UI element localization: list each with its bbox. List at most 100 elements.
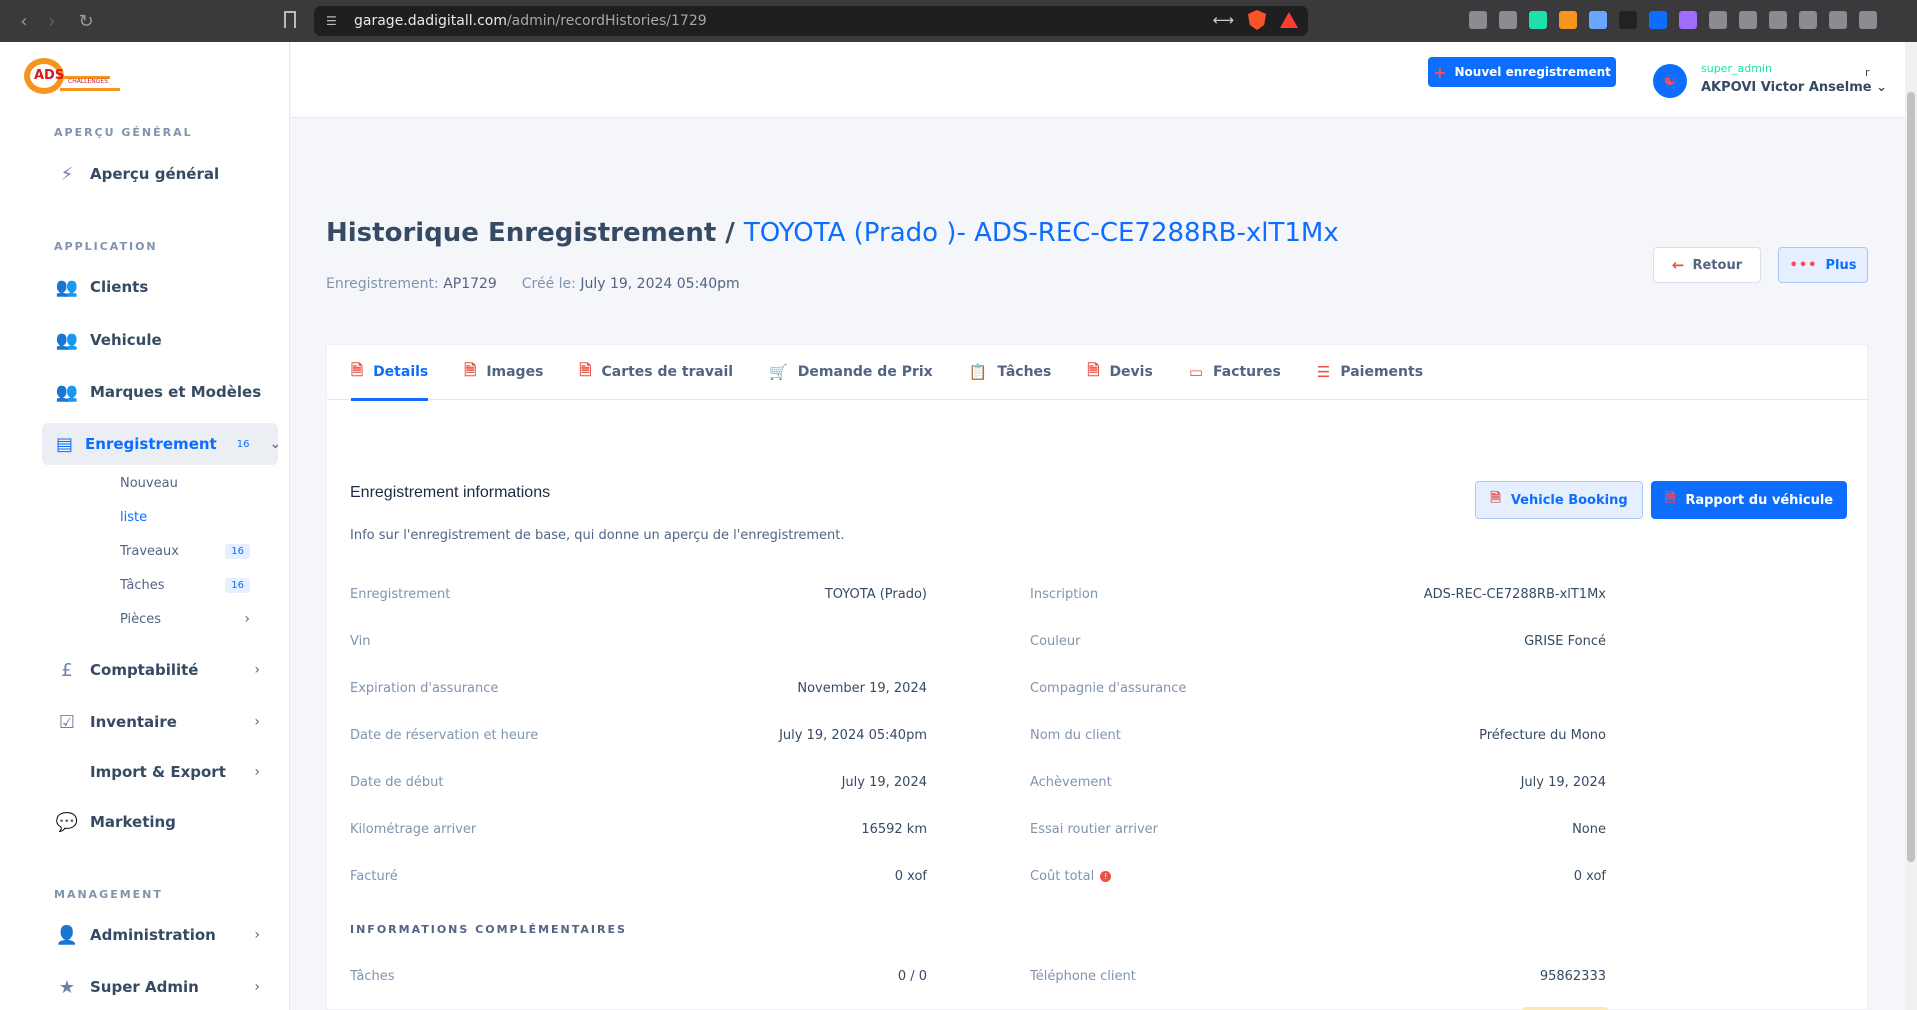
star-icon: ★ bbox=[58, 976, 76, 998]
sidebar-subitem-nouveau[interactable]: Nouveau bbox=[120, 471, 250, 495]
image-icon: 🗎 bbox=[464, 360, 477, 379]
record-card: 🗎 Details 🗎 Images 🗎 Cartes de travail 🛒… bbox=[326, 344, 1869, 1010]
tab-images[interactable]: 🗎 Images bbox=[464, 345, 543, 400]
users-icon: 👥 bbox=[55, 381, 79, 403]
extension-icon[interactable] bbox=[1709, 11, 1727, 29]
scrollbar[interactable] bbox=[1905, 42, 1917, 1010]
brave-shield-icon[interactable] bbox=[1248, 10, 1266, 30]
users-icon: 👥 bbox=[55, 329, 79, 351]
vehicle-report-button[interactable]: 🗎 Rapport du véhicule bbox=[1651, 481, 1847, 519]
new-record-button[interactable]: + Nouvel enregistrement bbox=[1428, 57, 1616, 87]
scrollbar-thumb[interactable] bbox=[1907, 92, 1915, 862]
sidebar-item-vehicule[interactable]: 👥 Vehicule bbox=[42, 319, 278, 361]
vehicle-booking-button[interactable]: 🗎 Vehicle Booking bbox=[1475, 481, 1643, 519]
count-badge: 16 bbox=[225, 543, 250, 559]
report-icon: 🗎 bbox=[1664, 491, 1676, 506]
sidebar-item-super-admin[interactable]: ★ Super Admin › bbox=[42, 966, 278, 1008]
extension-icon[interactable] bbox=[1649, 11, 1667, 29]
sidebar-item-comptabilite[interactable]: £ Comptabilité › bbox=[42, 649, 278, 691]
sidebar-subitem-liste[interactable]: liste bbox=[120, 505, 250, 529]
section-title-overview: APERÇU GÉNÉRAL bbox=[54, 126, 193, 139]
chevron-right-icon: › bbox=[244, 611, 250, 627]
tab-factures[interactable]: ▭ Factures bbox=[1189, 345, 1281, 400]
extension-icon[interactable] bbox=[1499, 11, 1517, 29]
extension-icon[interactable] bbox=[1589, 11, 1607, 29]
cart-icon: 🛒 bbox=[769, 363, 788, 381]
chevron-right-icon: › bbox=[254, 764, 260, 780]
forward-icon[interactable]: › bbox=[38, 7, 66, 35]
activity-icon: ⚡ bbox=[60, 163, 74, 185]
section-title-management: MANAGEMENT bbox=[54, 888, 163, 901]
sidebar: ADS CHALLENGES APERÇU GÉNÉRAL ⚡ Aperçu g… bbox=[0, 42, 290, 1010]
sidebar-item-marques[interactable]: 👥 Marques et Modèles bbox=[42, 371, 278, 413]
avatar[interactable]: ☯ bbox=[1653, 64, 1687, 98]
logo[interactable]: ADS CHALLENGES bbox=[24, 58, 120, 94]
address-bar[interactable]: ☰ garage.dadigitall.com/admin/recordHist… bbox=[314, 6, 1308, 36]
tabs-bar: 🗎 Details 🗎 Images 🗎 Cartes de travail 🛒… bbox=[327, 345, 1869, 401]
chevron-down-icon: ⌄ bbox=[269, 436, 282, 452]
site-settings-icon[interactable]: ☰ bbox=[326, 14, 340, 28]
sidebar-item-enregistrement[interactable]: ▤ Enregistrement 16 ⌄ bbox=[42, 423, 282, 465]
back-button[interactable]: ← Retour bbox=[1653, 247, 1761, 283]
extension-icon[interactable] bbox=[1469, 11, 1487, 29]
count-badge: 16 bbox=[225, 577, 250, 593]
document-icon: 🗎 bbox=[1490, 491, 1501, 506]
extension-icon[interactable] bbox=[1679, 11, 1697, 29]
tab-details[interactable]: 🗎 Details bbox=[351, 345, 429, 401]
sidebar-item-administration[interactable]: 👤 Administration › bbox=[42, 914, 278, 956]
sidebar-subitem-pieces[interactable]: Pièces › bbox=[120, 607, 250, 631]
extension-icon[interactable] bbox=[1619, 11, 1637, 29]
share-icon[interactable]: ⟷ bbox=[1212, 11, 1234, 29]
clipboard-check-icon: ☑ bbox=[58, 711, 76, 733]
puzzle-icon[interactable] bbox=[1739, 11, 1757, 29]
extension-icon[interactable] bbox=[1559, 11, 1577, 29]
chat-icon: 💬 bbox=[55, 811, 79, 833]
url-text[interactable]: garage.dadigitall.com/admin/recordHistor… bbox=[354, 13, 707, 29]
back-icon[interactable]: ‹ bbox=[10, 7, 38, 35]
record-name: TOYOTA (Prado )- ADS-REC-CE7288RB-xlT1Mx bbox=[743, 218, 1339, 248]
chevron-right-icon: › bbox=[254, 927, 260, 943]
user-role: super_admin bbox=[1701, 62, 1772, 75]
tab-cartes-de-travail[interactable]: 🗎 Cartes de travail bbox=[579, 345, 733, 400]
users-icon: 👥 bbox=[55, 276, 79, 298]
list-icon: ☰ bbox=[1316, 363, 1331, 381]
tab-paiements[interactable]: ☰ Paiements bbox=[1317, 345, 1423, 400]
tab-demande-de-prix[interactable]: 🛒 Demande de Prix bbox=[769, 345, 933, 400]
sidebar-item-inventaire[interactable]: ☑ Inventaire › bbox=[42, 701, 278, 743]
reload-icon[interactable]: ↻ bbox=[72, 7, 100, 35]
section-description: Info sur l'enregistrement de base, qui d… bbox=[350, 528, 845, 543]
download-icon[interactable] bbox=[1799, 11, 1817, 29]
wallet-icon[interactable] bbox=[1859, 11, 1877, 29]
invoice-icon: ▭ bbox=[1188, 363, 1203, 381]
logo-subtext: CHALLENGES bbox=[68, 78, 109, 85]
section-title-application: APPLICATION bbox=[54, 240, 158, 253]
count-badge: 16 bbox=[236, 438, 250, 450]
sidebar-toggle-icon[interactable] bbox=[1829, 11, 1847, 29]
more-dots-icon: ••• bbox=[1789, 257, 1818, 273]
extensions-bar bbox=[1469, 11, 1877, 29]
more-button[interactable]: ••• Plus bbox=[1778, 247, 1868, 283]
sidebar-subitem-travaux[interactable]: Traveaux 16 bbox=[120, 539, 250, 563]
sidebar-subitem-taches[interactable]: Tâches 16 bbox=[120, 573, 250, 597]
sidebar-item-marketing[interactable]: 💬 Marketing bbox=[42, 801, 278, 843]
music-icon[interactable] bbox=[1769, 11, 1787, 29]
tab-taches[interactable]: 📋 Tâches bbox=[969, 345, 1052, 400]
info-alert-icon[interactable]: ! bbox=[1100, 871, 1112, 882]
record-meta: Enregistrement: AP1729 Créé le: July 19,… bbox=[326, 276, 740, 292]
sidebar-item-overview[interactable]: ⚡ Aperçu général bbox=[42, 153, 278, 195]
sidebar-item-import-export[interactable]: Import & Export › bbox=[42, 751, 278, 793]
additional-info-title: INFORMATIONS COMPLÉMENTAIRES bbox=[350, 923, 627, 936]
plus-icon: + bbox=[1433, 62, 1447, 82]
quote-icon: 🗎 bbox=[1087, 360, 1100, 379]
extension-icon[interactable] bbox=[1529, 11, 1547, 29]
logo-text: ADS bbox=[34, 68, 65, 83]
user-icon: ☯ bbox=[1663, 73, 1677, 89]
card-icon: 🗎 bbox=[579, 360, 592, 379]
document-icon: 🗎 bbox=[351, 360, 364, 379]
bookmark-icon[interactable] bbox=[284, 11, 296, 28]
tab-devis[interactable]: 🗎 Devis bbox=[1087, 345, 1152, 400]
user-name-dropdown[interactable]: AKPOVI Victor Anselme ⌄ bbox=[1701, 80, 1887, 95]
sidebar-item-clients[interactable]: 👥 Clients bbox=[42, 266, 278, 308]
task-icon: 📋 bbox=[968, 363, 988, 381]
brave-rewards-icon[interactable] bbox=[1280, 12, 1298, 28]
